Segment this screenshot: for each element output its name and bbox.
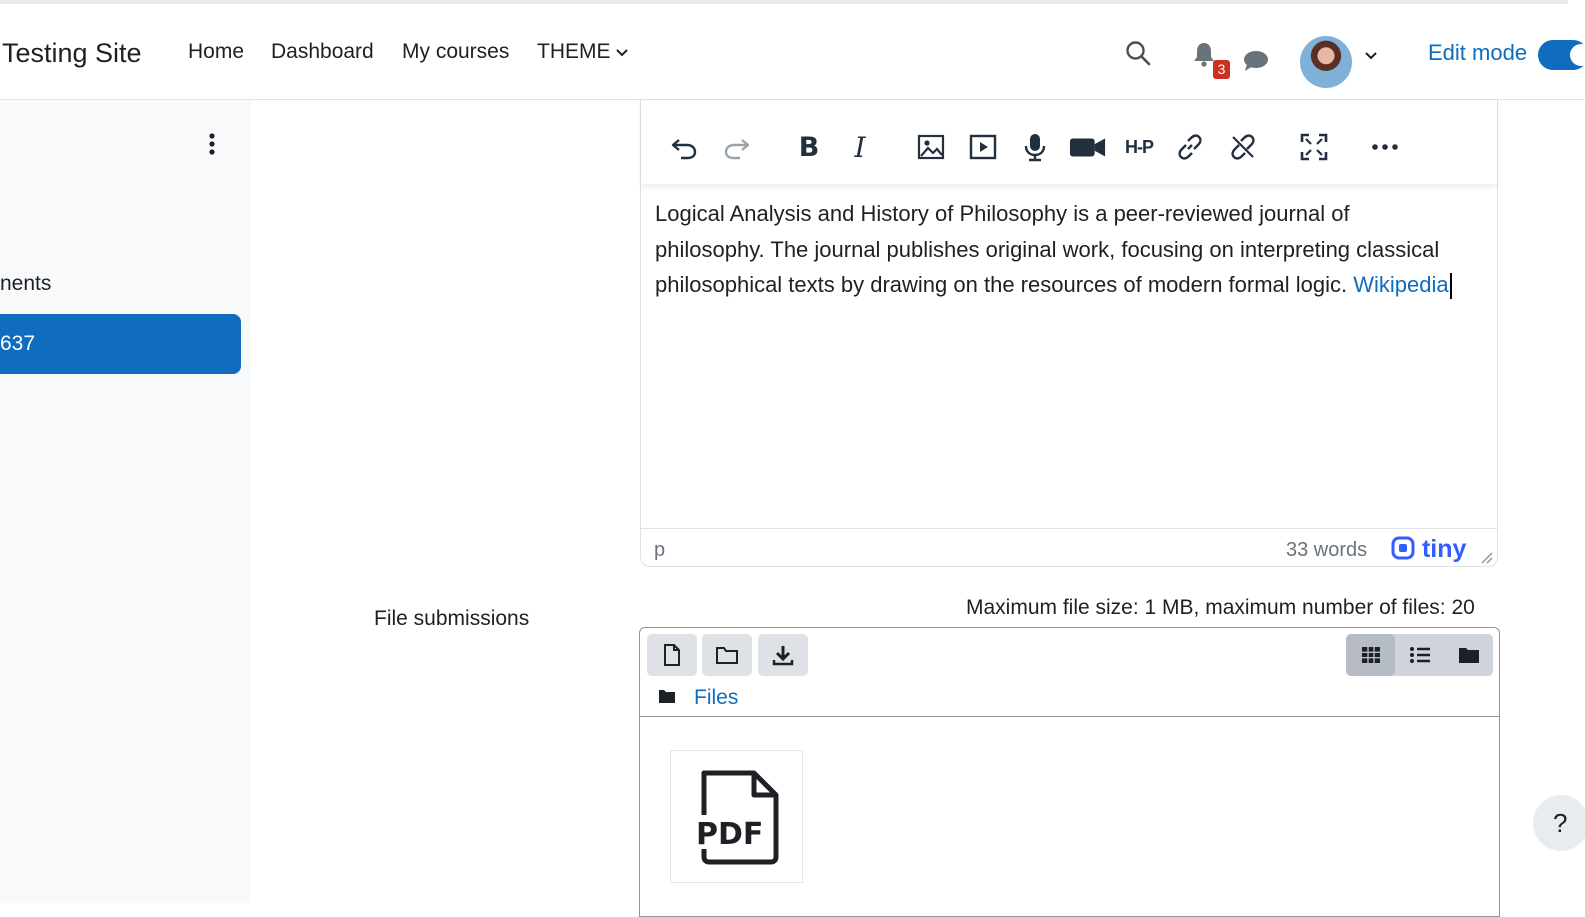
fullscreen-icon[interactable]: [1297, 130, 1331, 164]
chat-icon[interactable]: [1243, 50, 1269, 77]
word-count[interactable]: 33 words: [1286, 539, 1367, 562]
folder-icon: [658, 688, 676, 709]
bold-button[interactable]: B: [792, 130, 826, 164]
download-icon: [772, 646, 794, 666]
edit-mode-toggle[interactable]: [1538, 40, 1585, 70]
text-editor: B I H-P Logical Analysis and History of …: [640, 100, 1498, 567]
files-path-link[interactable]: Files: [694, 686, 738, 710]
editor-paragraph: Logical Analysis and History of Philosop…: [655, 201, 1440, 297]
unlink-icon[interactable]: [1226, 130, 1260, 164]
edit-mode-label[interactable]: Edit mode: [1428, 40, 1527, 66]
file-manager-divider: [640, 716, 1499, 717]
site-name[interactable]: Testing Site: [2, 38, 142, 69]
kebab-menu-icon[interactable]: [204, 132, 220, 161]
video-embed-icon[interactable]: [966, 130, 1000, 164]
tiny-logo[interactable]: tiny: [1391, 535, 1466, 564]
tiny-brand-text: tiny: [1421, 535, 1467, 563]
list-view-icon[interactable]: [1395, 634, 1444, 676]
pdf-file-icon: PDF: [693, 770, 778, 864]
wikipedia-link[interactable]: Wikipedia: [1353, 272, 1448, 297]
help-button[interactable]: ?: [1533, 795, 1585, 851]
file-limits-text: Maximum file size: 1 MB, maximum number …: [966, 596, 1475, 619]
course-index-drawer: [0, 100, 251, 903]
file-icon: [664, 644, 680, 666]
download-button[interactable]: [758, 634, 808, 676]
redo-icon[interactable]: [720, 130, 754, 164]
undo-icon[interactable]: [667, 130, 701, 164]
add-file-button[interactable]: [647, 634, 697, 676]
editor-content[interactable]: Logical Analysis and History of Philosop…: [655, 196, 1465, 303]
nav-theme-label: THEME: [537, 40, 611, 63]
file-manager: Files PDF: [639, 627, 1500, 917]
image-icon[interactable]: [914, 130, 948, 164]
top-scroll-strip: [0, 0, 1568, 4]
notification-badge: 3: [1213, 60, 1230, 79]
grid-view-icon[interactable]: [1346, 634, 1395, 676]
nav-dashboard[interactable]: Dashboard: [271, 40, 374, 64]
nav-theme[interactable]: THEME: [537, 40, 629, 64]
element-path[interactable]: p: [654, 539, 665, 562]
chevron-down-icon[interactable]: [1364, 48, 1378, 66]
h5p-button[interactable]: H-P: [1121, 130, 1157, 164]
video-camera-icon[interactable]: [1068, 130, 1108, 164]
microphone-icon[interactable]: [1018, 130, 1052, 164]
view-switcher: [1346, 634, 1493, 676]
drawer-section-label[interactable]: nents: [0, 272, 51, 296]
more-options-icon[interactable]: [1368, 130, 1402, 164]
link-icon[interactable]: [1173, 130, 1207, 164]
chevron-down-icon: [615, 40, 629, 64]
text-caret: [1449, 273, 1452, 300]
top-navbar: Testing Site Home Dashboard My courses T…: [0, 8, 1585, 100]
tree-view-icon[interactable]: [1444, 634, 1493, 676]
italic-button[interactable]: I: [843, 130, 877, 164]
editor-statusbar: p 33 words tiny: [641, 528, 1497, 567]
pdf-label: PDF: [696, 817, 763, 852]
editor-toolbar: B I H-P: [641, 100, 1497, 184]
pdf-file-tile[interactable]: PDF: [670, 750, 803, 883]
resize-handle-icon[interactable]: [1479, 547, 1493, 570]
drawer-active-item[interactable]: 637: [0, 314, 241, 374]
file-submissions-label: File submissions: [374, 607, 530, 630]
folder-icon: [716, 647, 738, 664]
search-icon[interactable]: [1125, 40, 1151, 71]
create-folder-button[interactable]: [702, 634, 752, 676]
nav-my-courses[interactable]: My courses: [402, 40, 509, 64]
nav-home[interactable]: Home: [188, 40, 244, 64]
avatar[interactable]: [1300, 36, 1352, 88]
